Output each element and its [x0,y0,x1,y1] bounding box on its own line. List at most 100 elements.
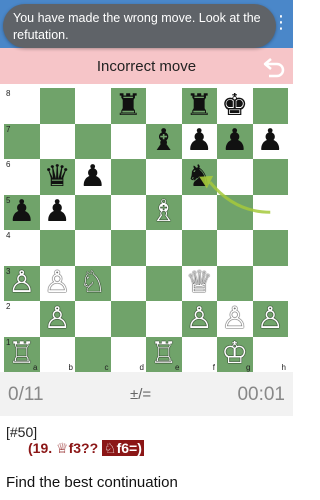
square-e2[interactable] [146,301,182,337]
square-d1[interactable]: d [110,336,146,372]
square-b4[interactable] [39,230,75,266]
piece-e7[interactable]: ♝ [150,126,177,156]
square-b7[interactable] [39,123,75,159]
piece-f3[interactable]: ♕ [186,268,213,298]
undo-icon[interactable] [261,54,287,78]
square-e5[interactable]: ♗ [146,194,182,230]
square-f7[interactable]: ♟ [181,123,217,159]
square-f8[interactable]: ♜ [181,88,217,124]
square-e3[interactable] [146,265,182,301]
square-e1[interactable]: e ♖ [146,336,182,372]
info-row: 0/11 ±/= 00:01 [0,372,293,416]
square-a6[interactable]: 6 [4,159,40,195]
square-c3[interactable]: ♘ [75,265,111,301]
rank-label: 3 [6,266,11,276]
square-e6[interactable] [146,159,182,195]
piece-b6[interactable]: ♛ [44,161,71,192]
piece-g7[interactable]: ♟ [221,126,248,156]
piece-d8[interactable]: ♜ [115,90,142,121]
square-g1[interactable]: g ♔ [217,336,253,372]
square-a7[interactable]: 7 [4,123,40,159]
square-f1[interactable]: f [181,336,217,372]
square-h2[interactable]: ♙ [252,301,288,337]
piece-h2[interactable]: ♙ [257,303,284,334]
evaluation: ±/= [130,386,152,403]
square-b5[interactable]: ♟ [39,194,75,230]
square-h7[interactable]: ♟ [252,123,288,159]
square-c5[interactable] [75,194,111,230]
rank-label: 4 [6,231,11,240]
piece-c3[interactable]: ♘ [79,268,106,298]
square-h1[interactable]: h [252,336,288,372]
square-g8[interactable]: ♚ [217,88,253,124]
square-h8[interactable] [252,88,288,124]
square-a4[interactable]: 4 [4,230,40,266]
piece-a1[interactable]: ♖ [8,339,35,369]
square-a3[interactable]: 3 ♙ [4,265,40,301]
piece-e1[interactable]: ♖ [150,339,177,369]
square-h5[interactable] [252,194,288,230]
piece-b5[interactable]: ♟ [44,197,71,227]
square-g2[interactable]: ♙ [217,301,253,337]
square-c1[interactable]: c [75,336,111,372]
piece-f8[interactable]: ♜ [186,90,213,121]
square-g5[interactable] [217,194,253,230]
square-d8[interactable]: ♜ [110,88,146,124]
piece-e5[interactable]: ♗ [150,197,177,227]
square-d7[interactable] [110,123,146,159]
piece-g1[interactable]: ♔ [221,339,248,369]
square-d5[interactable] [110,194,146,230]
file-label: d [139,363,144,372]
square-c4[interactable] [75,230,111,266]
square-h6[interactable] [252,159,288,195]
square-b1[interactable]: b [39,336,75,372]
refutation-move[interactable]: ♘f6=) [102,440,144,457]
square-h4[interactable] [252,230,288,266]
piece-g2[interactable]: ♙ [221,303,248,334]
puzzle-id: [#50] [6,424,38,440]
square-a2[interactable]: 2 [4,301,40,337]
square-e4[interactable] [146,230,182,266]
square-f5[interactable] [181,194,217,230]
square-a1[interactable]: 1 a ♖ [4,336,40,372]
square-b6[interactable]: ♛ [39,159,75,195]
piece-c6[interactable]: ♟ [79,161,106,192]
square-d3[interactable] [110,265,146,301]
square-f2[interactable]: ♙ [181,301,217,337]
square-a5[interactable]: 5 ♟ [4,194,40,230]
square-b3[interactable]: ♙ [39,265,75,301]
piece-b2[interactable]: ♙ [44,303,71,334]
square-g7[interactable]: ♟ [217,123,253,159]
square-e8[interactable] [146,88,182,124]
square-h3[interactable] [252,265,288,301]
chess-board[interactable]: 8 ♜ ♜ ♚ 7 ♝ ♟ ♟ ♟ 6 ♛ ♟ ♞ 5 ♟ ♟ ♗ 4 3 ♙ ♙ ♘ ♕ 2 ♙ ♙ ♙ ♙ 1 a ♖ b c d e ♖ f g ♔ h [4,88,288,372]
square-e7[interactable]: ♝ [146,123,182,159]
square-f6[interactable]: ♞ [181,159,217,195]
square-c7[interactable] [75,123,111,159]
square-b2[interactable]: ♙ [39,301,75,337]
piece-f7[interactable]: ♟ [186,126,213,156]
square-a8[interactable]: 8 [4,88,40,124]
square-d4[interactable] [110,230,146,266]
square-f3[interactable]: ♕ [181,265,217,301]
square-f4[interactable] [181,230,217,266]
square-c8[interactable] [75,88,111,124]
piece-f2[interactable]: ♙ [186,303,213,334]
square-d2[interactable] [110,301,146,337]
piece-h7[interactable]: ♟ [257,126,284,156]
square-b8[interactable] [39,88,75,124]
square-g6[interactable] [217,159,253,195]
rank-label: 5 [6,195,11,205]
piece-f6[interactable]: ♞ [186,161,213,192]
square-c2[interactable] [75,301,111,337]
piece-a5[interactable]: ♟ [8,197,35,227]
square-d6[interactable] [110,159,146,195]
square-g3[interactable] [217,265,253,301]
piece-g8[interactable]: ♚ [221,90,248,121]
status-text: Incorrect move [96,57,197,75]
piece-b3[interactable]: ♙ [44,268,71,298]
piece-a3[interactable]: ♙ [8,268,35,298]
square-g4[interactable] [217,230,253,266]
rank-label: 8 [6,89,11,98]
square-c6[interactable]: ♟ [75,159,111,195]
